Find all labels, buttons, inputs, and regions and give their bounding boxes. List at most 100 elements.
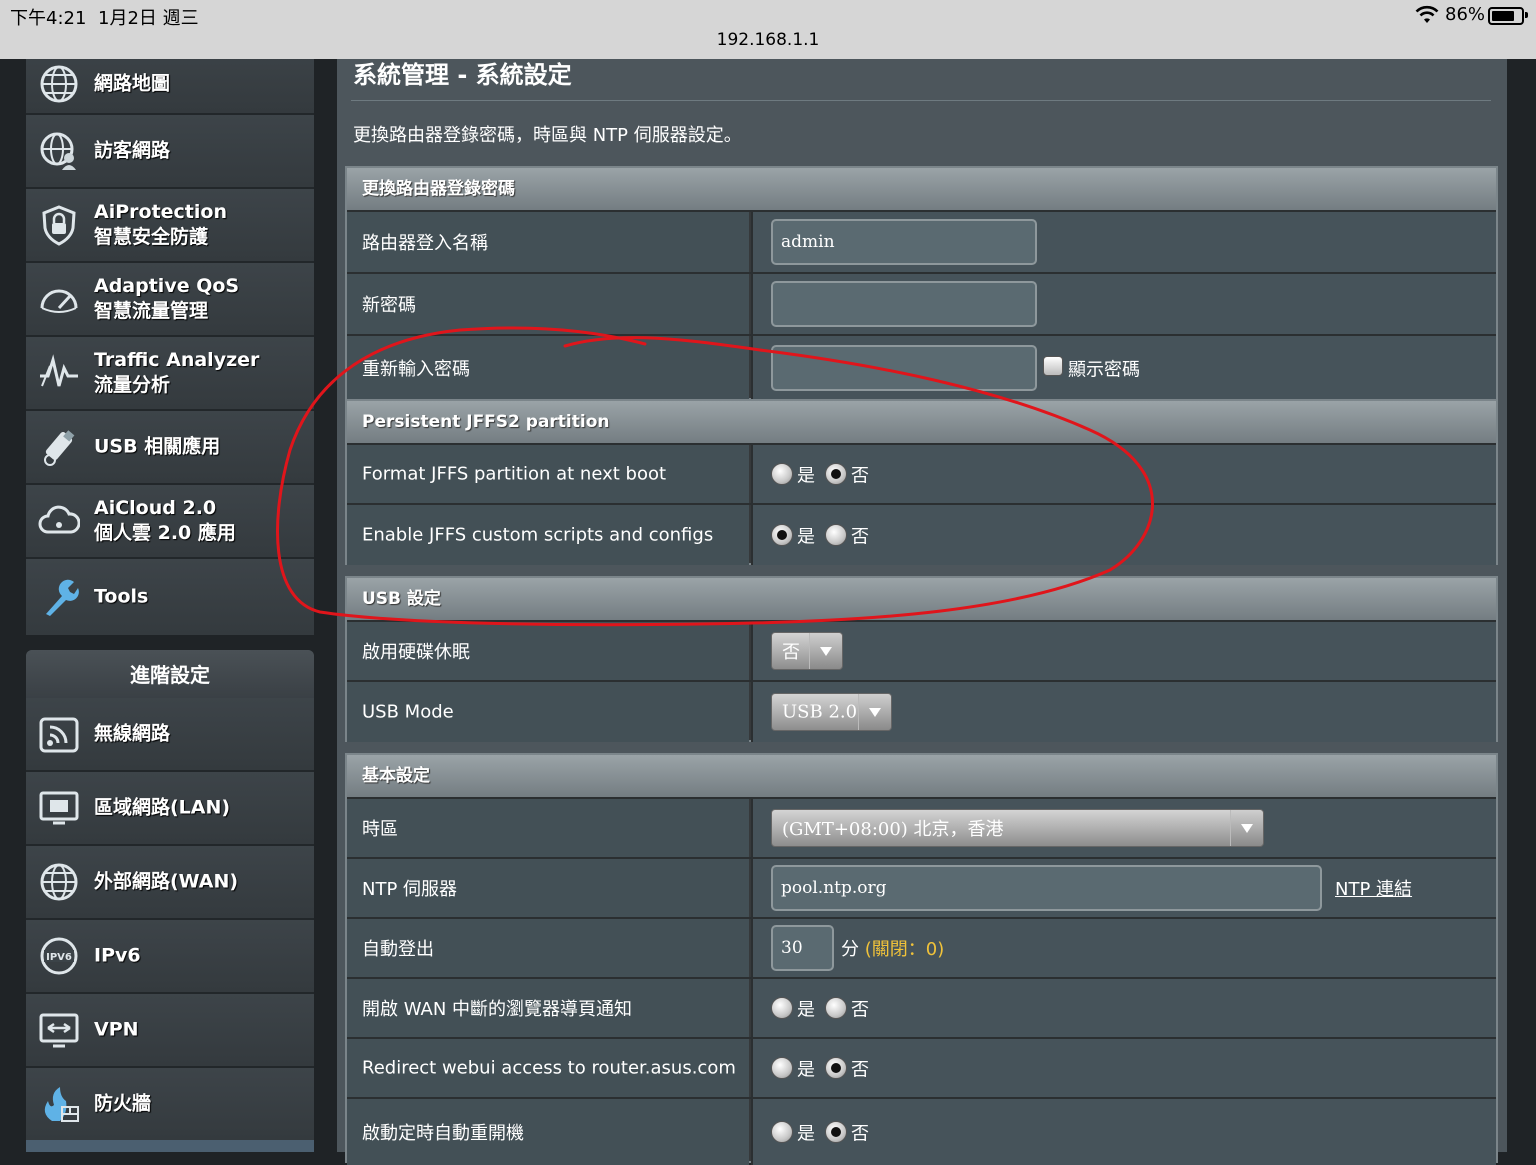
- sidebar-item-vpn[interactable]: VPN: [26, 994, 314, 1068]
- radio-label-no: 否: [851, 526, 869, 548]
- radio-label-no: 否: [851, 999, 869, 1021]
- new-password-input[interactable]: [771, 281, 1037, 327]
- auto-logout-unit: 分 (關閉：0): [841, 939, 945, 960]
- chevron-down-icon: [1230, 810, 1263, 846]
- auto-logout-hint: (關閉：0): [864, 939, 945, 960]
- format-jffs-no-radio[interactable]: [825, 463, 847, 485]
- password-section: 更換路由器登錄密碼 路由器登入名稱 新密碼 重新輸入密碼 顯示密碼: [345, 166, 1498, 400]
- address-bar-url[interactable]: 192.168.1.1: [0, 30, 1536, 50]
- field-label: 啟動定時自動重開機: [362, 1123, 524, 1144]
- sidebar-item-label: 防火牆: [94, 1092, 152, 1115]
- page-title: 系統管理 - 系統設定: [353, 61, 572, 89]
- sidebar-item-lan[interactable]: 區域網路(LAN): [26, 772, 314, 846]
- auto-logout-input[interactable]: [771, 925, 834, 971]
- timezone-select[interactable]: (GMT+08:00) 北京，香港: [771, 809, 1264, 847]
- radio-label-no: 否: [851, 1123, 869, 1145]
- username-input[interactable]: [771, 219, 1037, 265]
- cloud-icon: [38, 505, 80, 534]
- page-description: 更換路由器登錄密碼，時區與 NTP 伺服器設定。: [353, 125, 742, 146]
- status-time: 下午4:21: [10, 8, 87, 29]
- usb-mode-select[interactable]: USB 2.0: [771, 693, 892, 731]
- format-jffs-row: Format JFFS partition at next boot 是 否: [347, 443, 1496, 503]
- sidebar-general-menu: 網路地圖 訪客網路 AiProtection 智慧安全防護 Adaptive Qo…: [26, 41, 314, 635]
- usb-section: USB 設定 啟用硬碟休眠 否 USB Mode USB 2.0: [345, 576, 1498, 742]
- field-label: 開啟 WAN 中斷的瀏覽器導頁通知: [362, 999, 633, 1020]
- title-divider: [351, 100, 1491, 101]
- confirm-password-input[interactable]: [771, 345, 1037, 391]
- sidebar-item-usb-apps[interactable]: USB 相關應用: [26, 411, 314, 485]
- ios-status-bar: 下午4:21 1月2日 週三 192.168.1.1 86%: [0, 0, 1536, 59]
- sidebar-item-label: AiCloud 2.0: [94, 497, 217, 519]
- redirect-yes-radio[interactable]: [771, 1057, 793, 1079]
- guest-globe-icon: [40, 132, 76, 170]
- sidebar-item-adaptive-qos[interactable]: Adaptive QoS 智慧流量管理: [26, 263, 314, 337]
- reboot-yes-radio[interactable]: [771, 1121, 793, 1143]
- radio-label-yes: 是: [797, 1059, 815, 1081]
- field-label: 啟用硬碟休眠: [362, 642, 470, 663]
- wan-globe-icon: [40, 863, 78, 901]
- select-value: USB 2.0: [782, 701, 858, 723]
- speedometer-icon: [40, 289, 78, 313]
- vpn-monitor-icon: [39, 1013, 79, 1048]
- battery-percent: 86%: [1445, 4, 1486, 25]
- section-header: 更換路由器登錄密碼: [347, 168, 1496, 210]
- field-label: 自動登出: [362, 939, 434, 960]
- main-panel: 系統管理 - 系統設定 更換路由器登錄密碼，時區與 NTP 伺服器設定。 更換路…: [337, 59, 1507, 1165]
- firewall-icon: [44, 1087, 79, 1122]
- ntp-link[interactable]: NTP 連結: [1335, 875, 1412, 901]
- wan-notify-row: 開啟 WAN 中斷的瀏覽器導頁通知 是 否: [347, 977, 1496, 1037]
- advanced-settings-header: 進階設定: [26, 650, 314, 700]
- show-password-checkbox[interactable]: [1043, 356, 1063, 376]
- sidebar-item-wireless[interactable]: 無線網路: [26, 698, 314, 772]
- jffs-scripts-yes-radio[interactable]: [771, 524, 793, 546]
- sidebar-item-guest-network[interactable]: 訪客網路: [26, 115, 314, 189]
- field-label: 時區: [362, 819, 398, 840]
- username-row: 路由器登入名稱: [347, 210, 1496, 272]
- globe-network-icon: [40, 65, 78, 103]
- section-header: Persistent JFFS2 partition: [347, 401, 1496, 443]
- hdd-sleep-row: 啟用硬碟休眠 否: [347, 620, 1496, 680]
- sidebar-item-traffic-analyzer[interactable]: Traffic Analyzer 流量分析: [26, 337, 314, 411]
- battery-tip: [1525, 12, 1528, 18]
- sidebar-item-label: 無線網路: [94, 722, 171, 745]
- section-header: 基本設定: [347, 755, 1496, 797]
- format-jffs-yes-radio[interactable]: [771, 463, 793, 485]
- confirm-password-row: 重新輸入密碼 顯示密碼: [347, 334, 1496, 400]
- sidebar-item-label: VPN: [94, 1018, 139, 1041]
- wan-notify-no-radio[interactable]: [825, 997, 847, 1019]
- sidebar-item-label: Traffic Analyzer: [94, 349, 260, 371]
- lan-monitor-icon: [39, 791, 79, 825]
- wireless-icon: [39, 717, 79, 753]
- sidebar-item-aiprotection[interactable]: AiProtection 智慧安全防護: [26, 189, 314, 263]
- sidebar-item-firewall[interactable]: 防火牆: [26, 1068, 314, 1142]
- field-label: Enable JFFS custom scripts and configs: [362, 524, 714, 546]
- sidebar-item-aicloud[interactable]: AiCloud 2.0 個人雲 2.0 應用: [26, 485, 314, 559]
- sidebar-item-ipv6[interactable]: IPV6 IPv6: [26, 920, 314, 994]
- basic-section: 基本設定 時區 (GMT+08:00) 北京，香港 NTP 伺服器 NTP 連結…: [345, 753, 1498, 1165]
- wan-notify-yes-radio[interactable]: [771, 997, 793, 1019]
- hdd-sleep-select[interactable]: 否: [771, 632, 843, 670]
- field-label: NTP 伺服器: [362, 879, 458, 900]
- redirect-no-radio[interactable]: [825, 1057, 847, 1079]
- shield-lock-icon: [42, 205, 76, 246]
- sidebar-item-label: Adaptive QoS: [94, 275, 240, 297]
- auto-logout-row: 自動登出 分 (關閉：0): [347, 917, 1496, 977]
- sidebar-item-tools[interactable]: Tools: [26, 559, 314, 635]
- reboot-no-radio[interactable]: [825, 1121, 847, 1143]
- battery-fill: [1492, 11, 1515, 21]
- field-label: USB Mode: [362, 701, 454, 723]
- field-label: 新密碼: [362, 295, 416, 316]
- pulse-chart-icon: [40, 354, 78, 387]
- sidebar-item-label: Tools: [94, 585, 149, 608]
- sidebar-next-item-edge[interactable]: [26, 1140, 314, 1152]
- ntp-server-input[interactable]: [771, 865, 1322, 911]
- radio-label-yes: 是: [797, 465, 815, 487]
- sidebar-item-label: 訪客網路: [94, 139, 171, 162]
- field-label: 重新輸入密碼: [362, 359, 470, 380]
- new-password-row: 新密碼: [347, 272, 1496, 334]
- jffs-scripts-no-radio[interactable]: [825, 524, 847, 546]
- sidebar-item-wan[interactable]: 外部網路(WAN): [26, 846, 314, 920]
- chevron-down-icon: [858, 694, 891, 730]
- sidebar-item-label: 外部網路(WAN): [94, 870, 239, 893]
- usb-drive-icon: [44, 430, 75, 466]
